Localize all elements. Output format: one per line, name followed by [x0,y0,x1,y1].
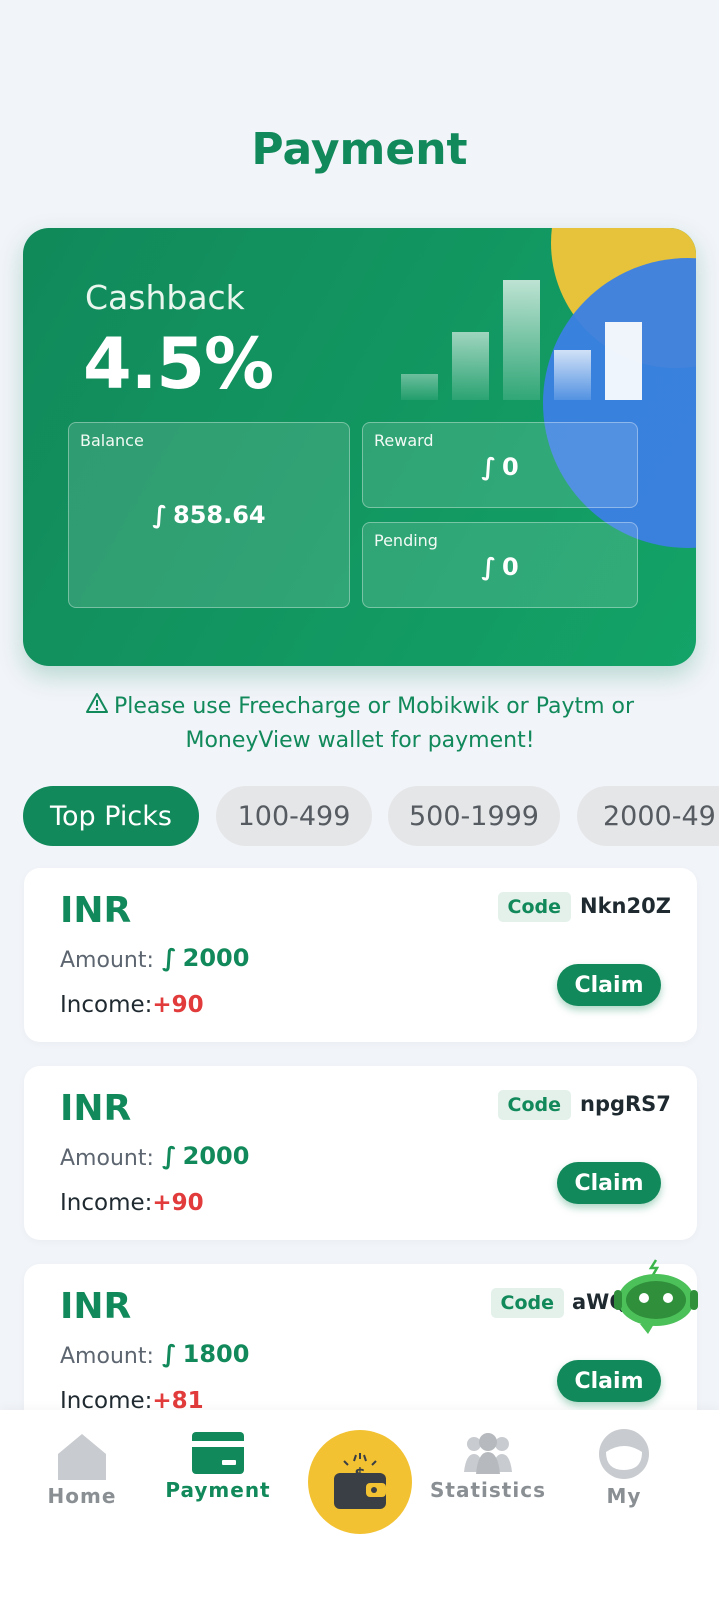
income-value: +90 [152,1190,204,1216]
offer-list: INR Amount: ∫ 2000 Income:+90 Code Nkn20Z… [0,0,719,1410]
nav-my[interactable]: My [554,1410,694,1550]
card-icon [192,1432,244,1474]
nav-payment[interactable]: Payment [148,1410,288,1550]
nav-wallet-button[interactable]: $ [308,1430,412,1534]
claim-button[interactable]: Claim [557,1162,661,1204]
nav-home[interactable]: Home [12,1410,152,1550]
offer-currency: INR [60,1088,132,1129]
code-badge: Code [490,1288,564,1318]
claim-button[interactable]: Claim [557,1360,661,1402]
offer-card: INR Amount: ∫ 1800 Income:+81 Code aWQb C… [24,1264,697,1410]
code-value: Nkn20Z [580,894,671,918]
amount-label: Amount: [60,948,154,973]
offer-currency: INR [60,890,132,931]
offer-card: INR Amount: ∫ 2000 Income:+90 Code Nkn20Z… [24,868,697,1042]
wallet-icon: $ [334,1453,386,1509]
income: Income:+90 [60,1190,204,1216]
income: Income:+90 [60,992,204,1018]
income-value: +90 [152,992,204,1018]
income-label: Income: [60,1190,153,1216]
claim-button[interactable]: Claim [557,964,661,1006]
nav-my-label: My [606,1484,642,1508]
code-value: npgRS7 [580,1092,671,1116]
currency-symbol: ∫ [162,944,177,972]
income-value: +81 [152,1388,204,1410]
home-icon [58,1434,106,1480]
amount-label: Amount: [60,1344,154,1369]
offer-card: INR Amount: ∫ 2000 Income:+90 Code npgRS7… [24,1066,697,1240]
profile-icon [599,1429,649,1479]
amount-value: ∫ 2000 [162,944,249,972]
income-label: Income: [60,992,153,1018]
amount-label: Amount: [60,1146,154,1171]
amount-number: 2000 [182,1142,250,1170]
nav-payment-label: Payment [165,1478,271,1502]
nav-home-label: Home [47,1484,117,1508]
amount-value: ∫ 2000 [162,1142,249,1170]
currency-symbol: ∫ [162,1340,177,1368]
assistant-robot-icon[interactable] [610,1258,702,1336]
code-badge: Code [497,892,571,922]
nav-statistics[interactable]: Statistics [418,1410,558,1550]
users-icon [464,1433,512,1474]
income-label: Income: [60,1388,153,1410]
nav-statistics-label: Statistics [430,1478,546,1502]
code-badge: Code [497,1090,571,1120]
amount-value: ∫ 1800 [162,1340,249,1368]
income: Income:+81 [60,1388,204,1410]
currency-symbol: ∫ [162,1142,177,1170]
amount-number: 2000 [182,944,250,972]
offer-currency: INR [60,1286,132,1327]
amount-number: 1800 [182,1340,250,1368]
